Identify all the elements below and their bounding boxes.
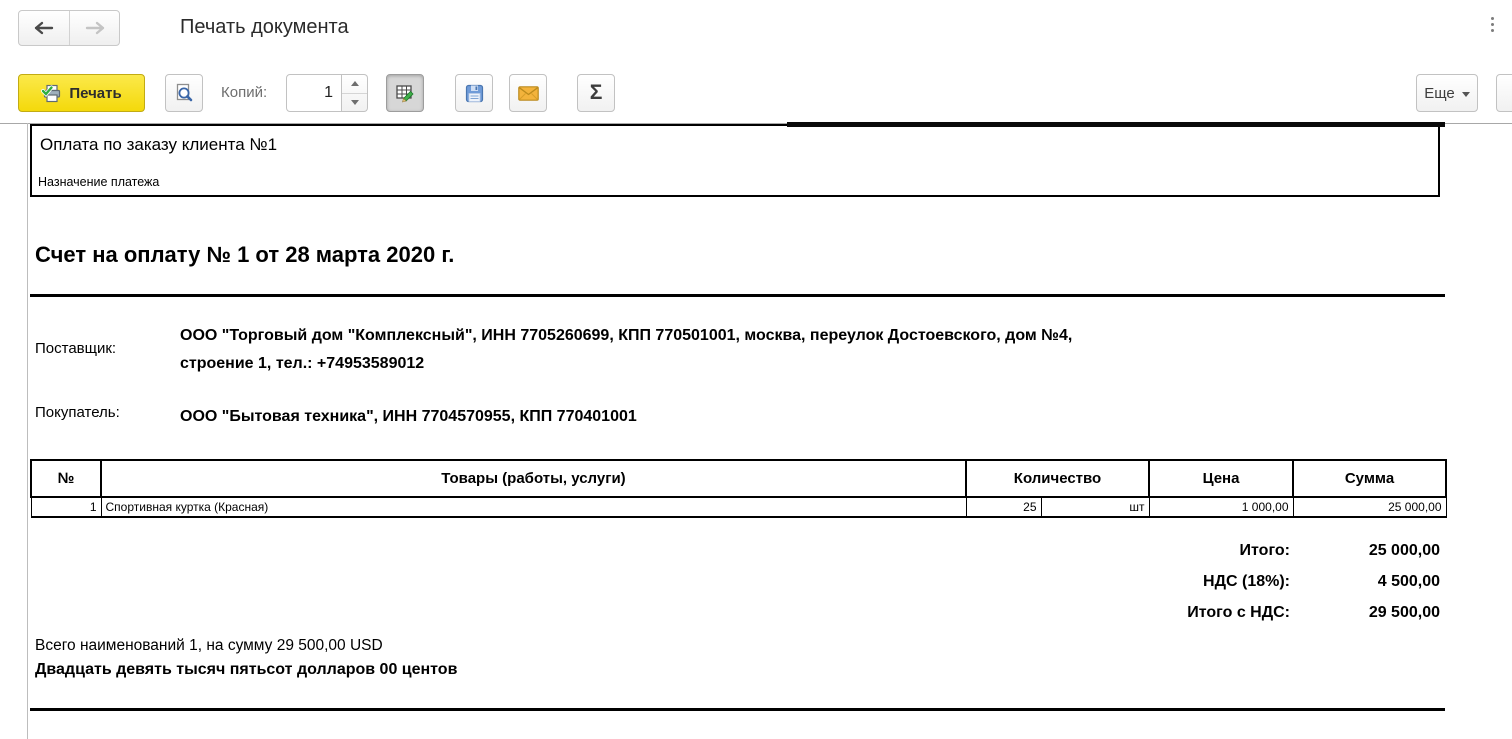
table-row: 1 Спортивная куртка (Красная) 25 шт 1 00… [31,497,1446,517]
supplier-value: ООО "Торговый дом "Комплексный", ИНН 770… [180,322,1420,378]
buyer-label: Покупатель: [35,404,120,421]
print-preview-button[interactable] [165,74,203,112]
print-button-label: Печать [69,85,121,102]
buyer-value: ООО "Бытовая техника", ИНН 7704570955, К… [180,403,637,431]
sum-button[interactable]: Σ [577,74,615,112]
supplier-value-line2: строение 1, тел.: +74953589012 [180,350,1420,378]
total-row-subtotal: Итого: 25 000,00 [30,540,1440,561]
save-button[interactable] [455,74,493,112]
copies-control [286,74,368,112]
cell-price: 1 000,00 [1149,497,1293,517]
print-preview-area: Оплата по заказу клиента №1 Назначение п… [0,120,1512,739]
envelope-icon [518,86,539,101]
subtotal-value: 25 000,00 [1290,540,1440,561]
nav-button-group [18,10,120,46]
col-amount: Сумма [1293,460,1446,497]
payment-purpose-caption: Назначение платежа [38,175,159,189]
cell-quantity: 25 [966,497,1041,517]
cell-unit: шт [1041,497,1149,517]
copies-label: Копий: [221,84,267,101]
email-button[interactable] [509,74,547,112]
more-button[interactable]: Еще [1416,74,1478,112]
edge-partial-button[interactable] [1496,74,1512,112]
totals-block: Итого: 25 000,00 НДС (18%): 4 500,00 Ито… [30,540,1440,633]
titlebar: Печать документа [0,0,1512,60]
subtotal-label: Итого: [30,540,1290,561]
print-button[interactable]: Печать [18,74,145,112]
copies-spinner-up[interactable] [342,75,367,94]
amount-in-words: Двадцать девять тысяч пятьсот долларов 0… [35,661,457,679]
grand-total-label: Итого с НДС: [30,602,1290,623]
arrow-left-icon [33,21,55,35]
document-left-margin-line [27,123,28,739]
copies-spinner [342,74,368,112]
forward-button[interactable] [69,11,119,45]
back-button[interactable] [19,11,69,45]
toolbar: Печать Копий: [0,74,1512,114]
vat-value: 4 500,00 [1290,571,1440,592]
cell-amount: 25 000,00 [1293,497,1446,517]
divider-rule-bottom [30,708,1445,711]
arrow-right-icon [84,21,106,35]
floppy-disk-icon [465,84,484,103]
col-price: Цена [1149,460,1293,497]
sigma-icon: Σ [590,81,603,105]
invoice-title: Счет на оплату № 1 от 28 марта 2020 г. [35,242,454,268]
document-thick-top-rule [787,122,1445,127]
items-table: № Товары (работы, услуги) Количество Цен… [30,459,1447,518]
divider-rule-top [30,294,1445,297]
printer-icon [41,84,61,103]
total-row-vat: НДС (18%): 4 500,00 [30,571,1440,592]
cell-goods-name: Спортивная куртка (Красная) [101,497,966,517]
grand-total-value: 29 500,00 [1290,602,1440,623]
more-button-label: Еще [1424,85,1455,102]
kebab-menu-icon[interactable] [1485,12,1499,36]
payment-purpose-value: Оплата по заказу клиента №1 [40,135,277,155]
page-title: Печать документа [180,16,349,39]
edit-table-button[interactable] [386,74,424,112]
table-edit-icon [395,83,415,103]
col-quantity: Количество [966,460,1149,497]
cell-row-number: 1 [31,497,101,517]
supplier-value-line1: ООО "Торговый дом "Комплексный", ИНН 770… [180,322,1420,350]
copies-spinner-down[interactable] [342,94,367,112]
supplier-label: Поставщик: [35,340,116,357]
col-goods: Товары (работы, услуги) [101,460,966,497]
preview-icon [174,83,194,103]
col-number: № [31,460,101,497]
summary-line: Всего наименований 1, на сумму 29 500,00… [35,637,383,655]
chevron-down-icon [1462,92,1470,97]
vat-label: НДС (18%): [30,571,1290,592]
total-row-grand: Итого с НДС: 29 500,00 [30,602,1440,623]
items-table-header-row: № Товары (работы, услуги) Количество Цен… [31,460,1446,497]
copies-input[interactable] [286,74,342,112]
payment-purpose-box: Оплата по заказу клиента №1 Назначение п… [30,124,1440,197]
